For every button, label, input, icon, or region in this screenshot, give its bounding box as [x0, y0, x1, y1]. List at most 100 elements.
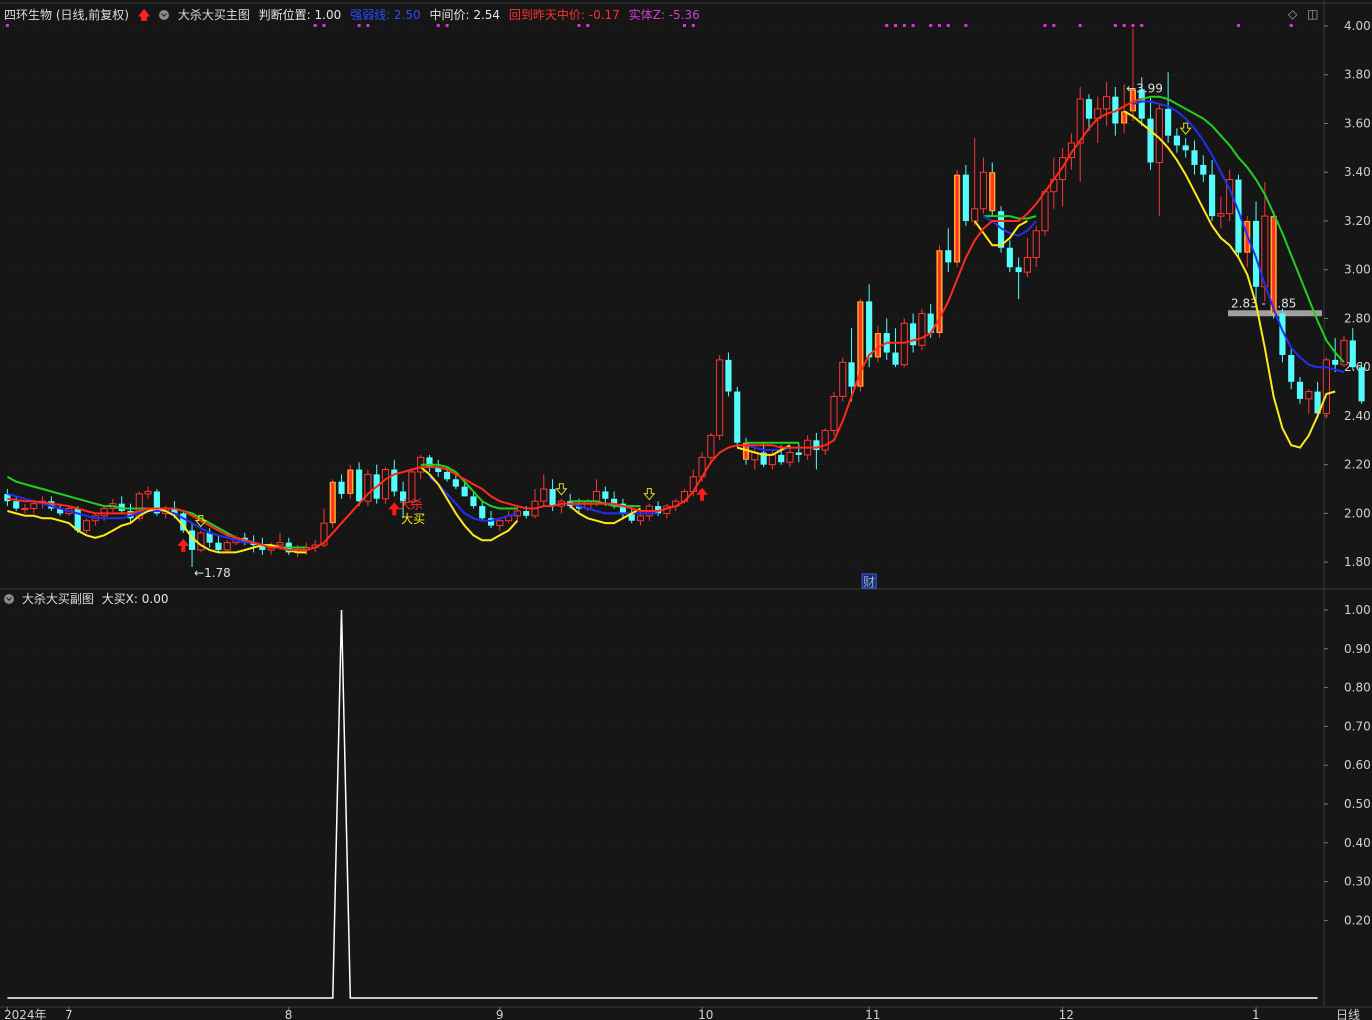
candle-body-down: [602, 491, 609, 499]
main-y-tick-label: 4.00: [1344, 19, 1371, 33]
candle-body-down: [866, 301, 873, 358]
candle-body-up: [839, 361, 847, 397]
sub-y-tick-label: 0.50: [1344, 797, 1371, 811]
main-y-tick-label: 2.20: [1344, 458, 1371, 472]
candle-body-strong-core: [955, 175, 959, 262]
signal-dot: [902, 24, 906, 27]
candle-body-up: [971, 208, 979, 222]
main-y-tick-label: 2.40: [1344, 409, 1371, 423]
signal-dot: [1140, 24, 1144, 27]
candle-body-up: [496, 520, 504, 527]
sub-y-tick-label: 0.80: [1344, 681, 1371, 695]
body-z-value: 实体Z: -5.36: [628, 8, 700, 22]
candle-body-up: [381, 469, 390, 500]
candle-body-down: [470, 496, 477, 507]
sub-indicator-toggle-icon[interactable]: [4, 594, 14, 604]
sub-y-tick-label: 0.90: [1344, 642, 1371, 656]
chart-canvas[interactable]: 4.00 3.80 3.60 3.40 3.20 3.00 2.80 2.60 2.40 2.20…: [0, 0, 1372, 1020]
candle-body-down: [725, 359, 732, 392]
signal-dot: [929, 24, 933, 27]
candle-body-up: [768, 454, 776, 466]
main-y-tick-label: 1.80: [1344, 555, 1371, 569]
candle-body-down: [215, 542, 222, 550]
candle-body-up: [1305, 391, 1313, 400]
candle-body-down: [1358, 367, 1365, 402]
candle-body-down: [479, 506, 486, 519]
stock-title[interactable]: 四环生物 (日线,前复权): [4, 8, 129, 22]
signal-dot: [1236, 24, 1240, 27]
candle-body-down: [1182, 145, 1189, 151]
signal-dot: [1131, 24, 1135, 27]
candle-body-up: [1102, 96, 1111, 110]
candle-body-up: [716, 359, 724, 436]
sub-indicator-name[interactable]: 大杀大买副图: [22, 592, 94, 606]
indicator-toggle-icon[interactable]: [159, 10, 169, 20]
diamond-icon[interactable]: ◇: [1288, 7, 1297, 21]
up-arrow-icon: 🡅: [137, 8, 151, 22]
candle-body-up: [821, 430, 829, 451]
big-sell-label: 大杀: [399, 497, 423, 512]
signal-dot: [964, 24, 968, 27]
candle-body-up: [707, 434, 715, 458]
candle-body-strong-core: [331, 482, 335, 523]
candle-body-up: [1032, 230, 1040, 259]
candle-body-up: [900, 322, 908, 366]
candle-body-up: [1217, 213, 1225, 217]
candle-body-up: [82, 520, 91, 531]
x-tick-label: 2024年: [4, 1008, 47, 1020]
candle-body-down: [734, 391, 741, 443]
main-y-tick-label: 3.60: [1344, 116, 1371, 130]
candle-body-strong-core: [1122, 112, 1126, 123]
strong-line-value: 强弱线: 2.50: [350, 8, 421, 22]
candle-body-down: [1288, 354, 1295, 382]
candle-body-down: [1209, 174, 1216, 217]
candle-body-down: [1332, 359, 1339, 365]
candle-body-down: [1200, 164, 1207, 175]
x-tick-label: 11: [865, 1008, 880, 1020]
candle-body-strong-core: [876, 334, 880, 357]
candle-body-strong-core: [1272, 217, 1276, 313]
candle-body-down: [1006, 247, 1013, 268]
candle-body-up: [30, 503, 38, 510]
main-chart-header: 四环生物 (日线,前复权) 🡅 大杀大买主图 判断位置: 1.00 强弱线: 2…: [4, 6, 705, 27]
main-y-tick-label: 2.00: [1344, 506, 1371, 520]
finance-marker-label: 财: [863, 575, 875, 589]
judge-position-value: 判断位置: 1.00: [258, 8, 342, 22]
signal-dot: [1122, 24, 1126, 27]
candle-body-down: [1296, 381, 1304, 399]
candle-body-down: [892, 352, 899, 365]
candle-body-down: [1165, 108, 1172, 136]
signal-dot: [1052, 24, 1056, 27]
candle-body-strong-core: [990, 173, 994, 211]
candle-body-up: [918, 313, 926, 346]
main-y-tick-label: 3.40: [1344, 165, 1371, 179]
candle-body-down: [1085, 99, 1093, 119]
sub-y-tick-label: 0.70: [1344, 719, 1371, 733]
candle-body-up: [540, 488, 548, 502]
candle-body-up: [786, 451, 794, 463]
candle-body-down: [1191, 150, 1198, 165]
sub-y-tick-label: 0.20: [1344, 913, 1371, 927]
signal-dot: [937, 24, 941, 27]
sub-y-tick-label: 1.00: [1344, 603, 1371, 617]
candle-body-up: [223, 542, 231, 551]
candle-body-down: [443, 471, 451, 480]
back-to-yesterday-value: 回到昨天中价: -0.17: [508, 8, 620, 22]
low-price-label: ←1.78: [194, 566, 231, 580]
window-icon[interactable]: ◫: [1307, 7, 1318, 21]
sub-y-tick-label: 0.30: [1344, 875, 1371, 889]
candle-body-down: [945, 250, 952, 263]
signal-dot: [946, 24, 950, 27]
candle-body-down: [1015, 267, 1022, 273]
candle-body-down: [778, 454, 785, 463]
main-indicator-name[interactable]: 大杀大买主图: [178, 8, 250, 22]
period-label: 日线: [1336, 1008, 1360, 1020]
sub-y-tick-label: 0.40: [1344, 836, 1371, 850]
candle-body-down: [549, 489, 556, 507]
sub-y-tick-label: 0.60: [1344, 758, 1371, 772]
candle-body-down: [1147, 118, 1154, 163]
x-tick-label: 8: [285, 1008, 293, 1020]
x-tick-label: 12: [1059, 1008, 1074, 1020]
candle-body-up: [144, 490, 152, 495]
x-tick-label: 7: [65, 1008, 73, 1020]
